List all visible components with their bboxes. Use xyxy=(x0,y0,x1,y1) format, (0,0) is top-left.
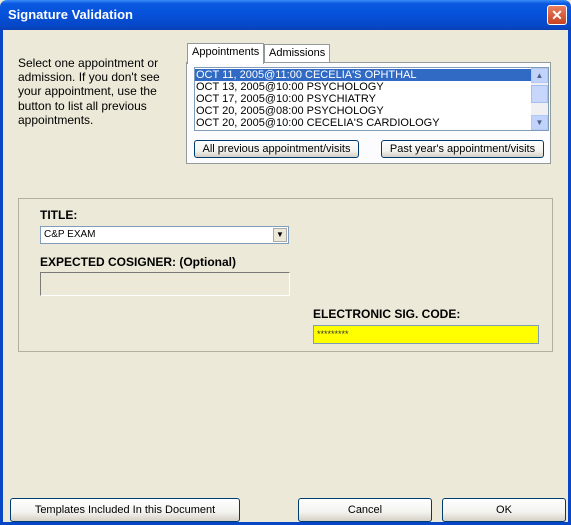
ok-button[interactable]: OK xyxy=(442,498,566,522)
title-value: C&P EXAM xyxy=(44,229,96,240)
title-label: TITLE: xyxy=(40,208,78,222)
templates-button[interactable]: Templates Included In this Document xyxy=(10,498,240,522)
scroll-thumb[interactable] xyxy=(531,85,548,103)
appointment-list[interactable]: OCT 11, 2005@11:00 CECELIA'S OPHTHAL OCT… xyxy=(194,67,549,131)
title-select[interactable]: C&P EXAM ▼ xyxy=(40,226,289,244)
esig-label: ELECTRONIC SIG. CODE: xyxy=(313,307,461,321)
cosigner-field[interactable] xyxy=(40,272,290,296)
all-previous-button[interactable]: All previous appointment/visits xyxy=(194,140,359,158)
esig-input[interactable]: ********* xyxy=(313,325,539,344)
window-title: Signature Validation xyxy=(8,7,133,22)
chevron-down-icon[interactable]: ▼ xyxy=(273,228,287,242)
close-icon[interactable]: ✕ xyxy=(547,5,567,25)
list-item[interactable]: OCT 13, 2005@10:00 PSYCHOLOGY xyxy=(195,81,531,93)
cosigner-label: EXPECTED COSIGNER: (Optional) xyxy=(40,255,237,269)
instruction-text: Select one appointment or admission. If … xyxy=(18,56,160,127)
scroll-down-icon[interactable]: ▼ xyxy=(531,115,548,130)
cancel-button[interactable]: Cancel xyxy=(298,498,432,522)
title-bar: Signature Validation ✕ xyxy=(0,0,571,30)
list-item[interactable]: OCT 11, 2005@11:00 CECELIA'S OPHTHAL xyxy=(195,69,531,81)
list-item[interactable]: OCT 20, 2005@10:00 CECELIA'S CARDIOLOGY xyxy=(195,117,531,129)
list-item[interactable]: OCT 17, 2005@10:00 PSYCHIATRY xyxy=(195,93,531,105)
list-scrollbar[interactable]: ▲ ▼ xyxy=(531,68,548,130)
tab-appointments[interactable]: Appointments xyxy=(187,43,265,64)
list-item[interactable]: OCT 20, 2005@08:00 PSYCHOLOGY xyxy=(195,105,531,117)
past-year-button[interactable]: Past year's appointment/visits xyxy=(381,140,544,158)
tab-admissions[interactable]: Admissions xyxy=(264,44,331,63)
scroll-up-icon[interactable]: ▲ xyxy=(531,68,548,83)
